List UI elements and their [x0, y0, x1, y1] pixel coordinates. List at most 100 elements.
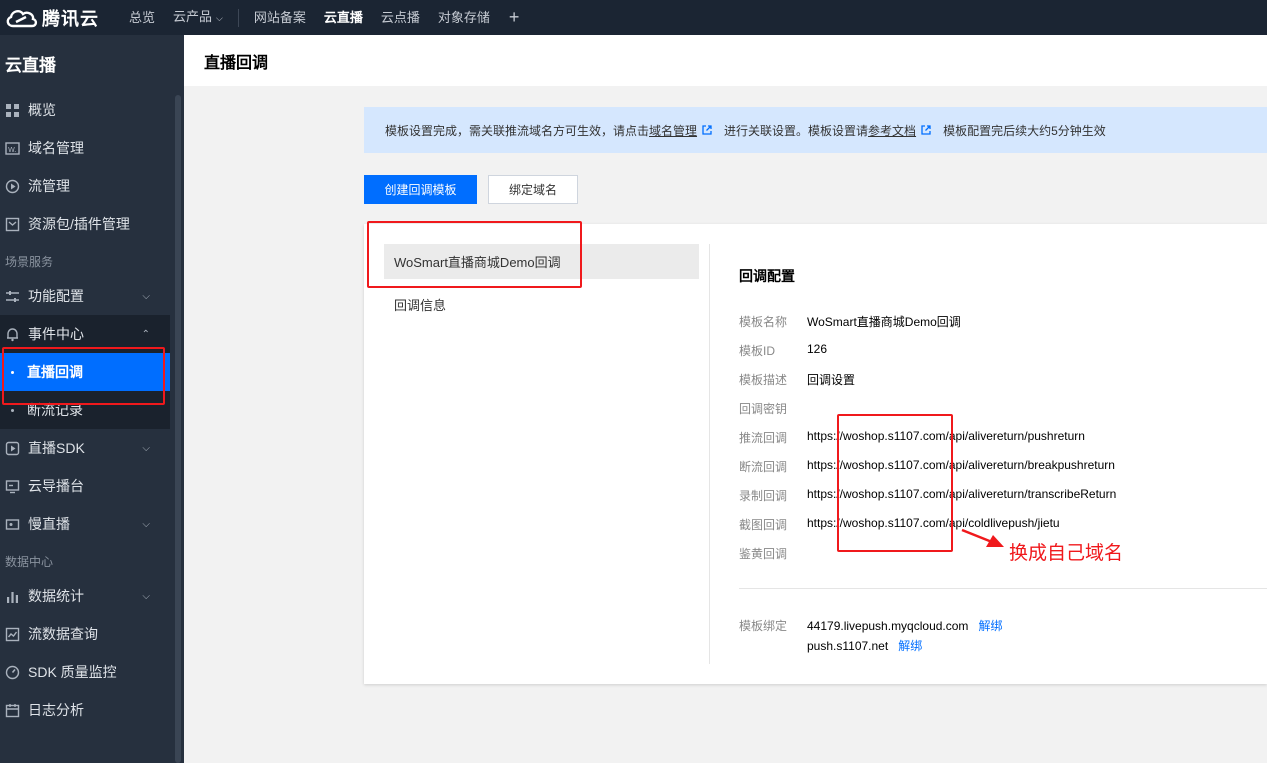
- add-shortcut-icon[interactable]: +: [499, 0, 530, 35]
- sidebar-item-label: 流管理: [28, 178, 70, 194]
- config-row-key: 回调密钥: [739, 400, 1267, 429]
- sidebar-item-label: 数据统计: [28, 588, 84, 604]
- config-label: 回调密钥: [739, 402, 788, 416]
- binding-list: 44179.livepush.myqcloud.com 解绑 push.s1107…: [807, 617, 1002, 657]
- config-label: 模板ID: [739, 344, 776, 358]
- sidebar-item-label: 概览: [28, 102, 56, 118]
- calendar-icon: [5, 703, 20, 718]
- sidebar-item-sdk[interactable]: 直播SDK ⌵: [0, 429, 170, 467]
- package-icon: [5, 217, 20, 232]
- annotation-text: 换成自己域名: [1009, 543, 1124, 564]
- config-label: 截图回调: [739, 518, 788, 532]
- chevron-down-icon: ⌵: [142, 290, 150, 302]
- grid-icon: [5, 103, 20, 118]
- domain-icon: W.: [5, 141, 20, 156]
- unbind-link[interactable]: 解绑: [898, 639, 922, 653]
- config-row-id: 模板ID 126: [739, 342, 1267, 371]
- annotation-box-sidebar: [2, 347, 165, 405]
- nav-divider: [237, 8, 239, 27]
- reference-doc-link[interactable]: 参考文档: [868, 122, 916, 139]
- sidebar-item-label: 慢直播: [28, 516, 70, 532]
- binding-item: 44179.livepush.myqcloud.com 解绑: [807, 617, 1002, 637]
- config-label: 断流回调: [739, 460, 788, 474]
- notice-text-1: 模板设置完成，需关联推流域名方可生效，请点击: [385, 123, 650, 138]
- external-link-icon[interactable]: [921, 125, 931, 135]
- page-header: 直播回调: [184, 35, 1267, 86]
- line-chart-icon: [5, 627, 20, 642]
- sidebar-item-flowquery[interactable]: 流数据查询: [0, 615, 170, 653]
- sidebar-item-package[interactable]: 资源包/插件管理: [0, 205, 170, 243]
- sidebar-item-label: 流数据查询: [28, 626, 98, 642]
- top-navbar: 腾讯云 总览 云产品 ⌵ 网站备案 云直播 云点播 对象存储 +: [0, 0, 1267, 35]
- config-label: 模板名称: [739, 315, 788, 329]
- sidebar-item-label: 直播SDK: [28, 440, 85, 456]
- brand-name: 腾讯云: [42, 8, 99, 29]
- config-row-push: 推流回调 https://woshop.s1107.com/api/alivere…: [739, 429, 1267, 458]
- callback-config-panel: 回调配置 模板名称 WoSmart直播商城Demo回调 模板ID 126 模板描述回…: [739, 266, 1267, 657]
- info-notice: 模板设置完成，需关联推流域名方可生效，请点击 域名管理 进行关联设置。模板设置请…: [364, 107, 1267, 153]
- sidebar-item-sdkmonitor[interactable]: SDK 质量监控: [0, 653, 170, 691]
- horizontal-divider: [739, 588, 1267, 589]
- brand-logo[interactable]: 腾讯云: [0, 5, 120, 31]
- svg-text:W.: W.: [8, 146, 16, 154]
- binding-domain: 44179.livepush.myqcloud.com: [807, 619, 969, 633]
- config-label: 模板绑定: [739, 619, 788, 633]
- sliders-icon: [5, 289, 20, 304]
- vertical-divider: [709, 244, 710, 664]
- config-value: WoSmart直播商城Demo回调: [807, 315, 961, 329]
- gauge-icon: [5, 665, 20, 680]
- template-card: WoSmart直播商城Demo回调 回调信息 回调配置 模板名称 WoSmart直…: [364, 224, 1267, 684]
- monitor-icon: [5, 479, 20, 494]
- binding-item: push.s1107.net 解绑: [807, 637, 1002, 657]
- chevron-up-icon: ⌃: [141, 328, 150, 340]
- sidebar-item-feature[interactable]: 功能配置 ⌵: [0, 277, 170, 315]
- sidebar-item-overview[interactable]: 概览: [0, 91, 170, 129]
- topnav-cos[interactable]: 对象存储: [429, 0, 499, 35]
- sidebar-item-label: 资源包/插件管理: [28, 216, 130, 232]
- unbind-link[interactable]: 解绑: [978, 619, 1002, 633]
- sidebar-item-slow[interactable]: 慢直播 ⌵: [0, 505, 170, 543]
- config-value: 回调设置: [807, 373, 856, 387]
- config-value: 126: [807, 342, 828, 356]
- bar-chart-icon: [5, 589, 20, 604]
- sidebar-item-label: 功能配置: [28, 288, 84, 304]
- sidebar-item-label: 域名管理: [28, 140, 84, 156]
- page-title: 直播回调: [204, 54, 269, 72]
- external-link-icon[interactable]: [702, 125, 712, 135]
- chevron-down-icon: ⌵: [142, 590, 150, 602]
- sidebar-scrollbar[interactable]: [175, 95, 181, 763]
- domain-manage-link[interactable]: 域名管理: [649, 122, 697, 139]
- sidebar-item-label: 日志分析: [28, 702, 84, 718]
- bell-icon: [5, 327, 20, 342]
- play-circle-icon: [5, 179, 20, 194]
- sidebar-item-log[interactable]: 日志分析: [0, 691, 170, 729]
- template-binding-row: 模板绑定 44179.livepush.myqcloud.com 解绑 push.…: [739, 617, 1267, 657]
- sidebar-item-label: 云导播台: [28, 478, 84, 494]
- sidebar-item-domain[interactable]: W. 域名管理: [0, 129, 170, 167]
- create-template-button[interactable]: 创建回调模板: [364, 175, 477, 204]
- topnav-icp[interactable]: 网站备案: [245, 0, 315, 35]
- notice-text-3: 模板配置完后续大约5分钟生效: [943, 123, 1106, 138]
- config-row-name: 模板名称 WoSmart直播商城Demo回调: [739, 313, 1267, 342]
- template-subitem-info[interactable]: 回调信息: [384, 295, 699, 314]
- cloud-logo-icon: [6, 9, 38, 27]
- chevron-down-icon: ⌵: [142, 518, 150, 530]
- sidebar-title: 云直播: [5, 56, 56, 75]
- config-row-break: 断流回调 https://woshop.s1107.com/api/alivere…: [739, 458, 1267, 487]
- sidebar-item-stream[interactable]: 流管理: [0, 167, 170, 205]
- topnav-overview[interactable]: 总览: [120, 0, 164, 35]
- annotation-box-domain: [837, 414, 953, 552]
- notice-text-2: 进行关联设置。模板设置请: [724, 123, 869, 138]
- sidebar-item-director[interactable]: 云导播台: [0, 467, 170, 505]
- chevron-down-icon: ⌵: [142, 442, 150, 454]
- topnav-vod[interactable]: 云点播: [372, 0, 429, 35]
- config-label: 模板描述: [739, 373, 788, 387]
- annotation-arrow-icon: [961, 528, 1004, 547]
- topnav-products[interactable]: 云产品 ⌵: [164, 0, 232, 36]
- bind-domain-button[interactable]: 绑定域名: [488, 175, 578, 204]
- chevron-down-icon: ⌵: [216, 13, 223, 23]
- sidebar-item-label: SDK 质量监控: [28, 664, 117, 680]
- topnav-live[interactable]: 云直播: [315, 0, 372, 35]
- sidebar-item-stats[interactable]: 数据统计 ⌵: [0, 577, 170, 615]
- config-row-desc: 模板描述 回调设置: [739, 371, 1267, 400]
